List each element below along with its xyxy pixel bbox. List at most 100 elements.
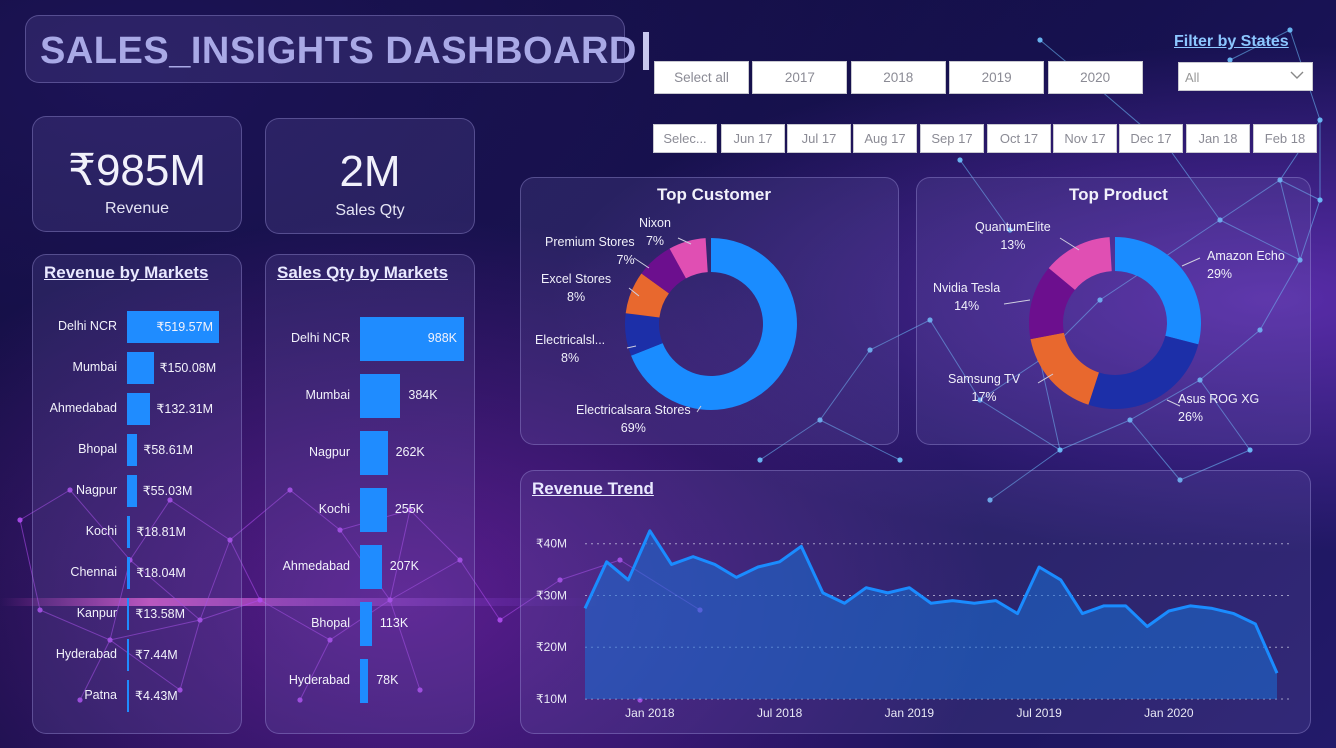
revenue-bar [127,393,151,425]
sales-qty-by-markets-title: Sales Qty by Markets [277,263,449,282]
revenue-market-label: Hyderabad [55,647,117,661]
sales-qty-bar-value: 384K [408,388,438,402]
sales-qty-bar [360,488,387,532]
revenue-kpi-card: ₹985M Revenue [32,116,242,232]
sales-qty-bar-value: 988K [427,331,457,345]
sales-qty-kpi-value: 2M [339,147,401,196]
sales-qty-bar [360,659,369,703]
month-chip[interactable]: Nov 17 [1053,124,1117,153]
sales-qty-by-markets-panel: Sales Qty by Markets Delhi NCR 988K Mumbai… [265,254,475,734]
sales-qty-bar-value: 255K [394,502,425,516]
states-dropdown[interactable]: All [1178,62,1313,91]
x-tick-label: Jul 2018 [757,706,803,720]
x-tick-label: Jan 2019 [885,706,935,720]
chevron-down-icon [1290,69,1304,83]
year-chip-2019[interactable]: 2019 [949,61,1045,94]
month-chip[interactable]: Selec... [653,124,717,153]
sales-qty-bar-value: 113K [379,616,409,630]
y-tick-label: ₹20M [536,640,567,654]
sales-qty-market-label: Delhi NCR [290,331,350,345]
month-chip[interactable]: Oct 17 [987,124,1051,153]
sales-qty-market-label: Hyderabad [288,673,350,687]
dashboard-title: SALES_INSIGHTS DASHBOARD [40,30,649,73]
month-chip[interactable]: Sep 17 [920,124,984,153]
sales-qty-bar [360,374,401,418]
revenue-bar-value: ₹55.03M [142,484,193,498]
revenue-market-label: Chennai [70,565,117,579]
revenue-market-label: Kanpur [76,606,117,620]
revenue-bar-value: ₹519.57M [156,320,213,334]
top-customer-panel: Top Customer Nixon 7% Premium Stores 7% Ex… [520,177,899,445]
revenue-bar [127,598,130,630]
revenue-market-label: Delhi NCR [57,319,117,333]
revenue-by-markets-panel: Revenue by Markets Delhi NCR ₹519.57M Mumb… [32,254,242,734]
revenue-kpi-value: ₹985M [67,146,207,195]
revenue-bar-value: ₹13.58M [135,607,186,621]
revenue-market-label: Ahmedabad [49,401,117,415]
filter-by-states-title: Filter by States [1174,33,1289,50]
revenue-trend-panel: Revenue Trend ₹10M ₹20M ₹30M ₹40M Jan 2018 Ju… [520,470,1311,734]
sales-qty-kpi-label: Sales Qty [335,202,405,219]
title-box: SALES_INSIGHTS DASHBOARD [25,15,649,83]
states-dropdown-value: All [1185,70,1200,85]
sales-qty-kpi-card: 2M Sales Qty [265,118,475,234]
sales-qty-bar [360,431,388,475]
revenue-bar [127,352,154,384]
revenue-bar-value: ₹18.81M [136,525,186,539]
revenue-bar [127,680,129,712]
revenue-bar-value: ₹18.04M [136,566,186,580]
prod-label-amazon-echo: Amazon Echo 29% [1207,249,1285,281]
prod-label-samsung: Samsung TV 17% [948,372,1021,404]
year-chip-select-all[interactable]: Select all [654,61,749,94]
donut-slice[interactable] [1115,237,1201,345]
month-chip[interactable]: Jan 18 [1186,124,1250,153]
cust-label-nixon: Nixon 7% [639,216,671,248]
sales-qty-market-label: Kochi [318,502,350,516]
revenue-bar-value: ₹150.08M [159,361,217,375]
leader-line [1181,257,1201,267]
year-chip-2018[interactable]: 2018 [850,61,946,94]
sales-qty-bar-value: 207K [389,559,419,573]
y-tick-label: ₹40M [536,537,567,551]
leader-line [633,257,650,269]
revenue-bar [127,516,131,548]
top-product-panel: Top Product QuantumElite 13% Amazon Echo 2… [916,177,1311,445]
revenue-bar-value: ₹132.31M [156,402,214,416]
revenue-bar-value: ₹58.61M [143,443,194,457]
year-chip-2020[interactable]: 2020 [1047,61,1143,94]
sales-qty-market-label: Mumbai [305,388,350,402]
y-tick-label: ₹10M [536,692,567,706]
sales-qty-bar-value: 78K [376,673,399,687]
sales-qty-bar [360,602,372,646]
month-chip[interactable]: Jun 17 [721,124,785,153]
x-tick-label: Jan 2020 [1144,706,1194,720]
sales-qty-market-label: Nagpur [309,445,350,459]
prod-label-asus: Asus ROG XG 26% [1178,392,1260,424]
prod-label-nvidia: Nvidia Tesla 14% [933,281,1001,313]
month-chip[interactable]: Aug 17 [853,124,917,153]
month-chip[interactable]: Dec 17 [1119,124,1183,153]
x-tick-label: Jan 2018 [625,706,675,720]
trend-area [585,530,1277,699]
y-tick-label: ₹30M [536,588,567,602]
sales-qty-market-label: Ahmedabad [282,559,350,573]
revenue-bar-value: ₹4.43M [135,689,178,703]
revenue-kpi-label: Revenue [104,200,170,217]
prod-label-quantumelite: QuantumElite 13% [975,220,1051,252]
cust-label-electricalsara: Electricalsara Stores 69% [576,403,691,435]
donut-slice[interactable] [1030,332,1099,405]
revenue-market-label: Nagpur [76,483,117,497]
sales-qty-market-label: Bhopal [311,616,350,630]
revenue-market-label: Patna [84,688,117,702]
sales-qty-bar [360,545,382,589]
revenue-bar [127,557,131,589]
revenue-market-label: Mumbai [72,360,117,374]
revenue-market-label: Kochi [85,524,117,538]
x-tick-label: Jul 2019 [1016,706,1062,720]
year-chip-2017[interactable]: 2017 [752,61,848,94]
month-chip[interactable]: Feb 18 [1253,124,1317,153]
leader-line [1059,237,1080,251]
revenue-bar [127,639,129,671]
revenue-trend-chart: ₹10M ₹20M ₹30M ₹40M Jan 2018 Jul 2018 Jan 2019… [536,529,1289,720]
month-chip[interactable]: Jul 17 [787,124,851,153]
